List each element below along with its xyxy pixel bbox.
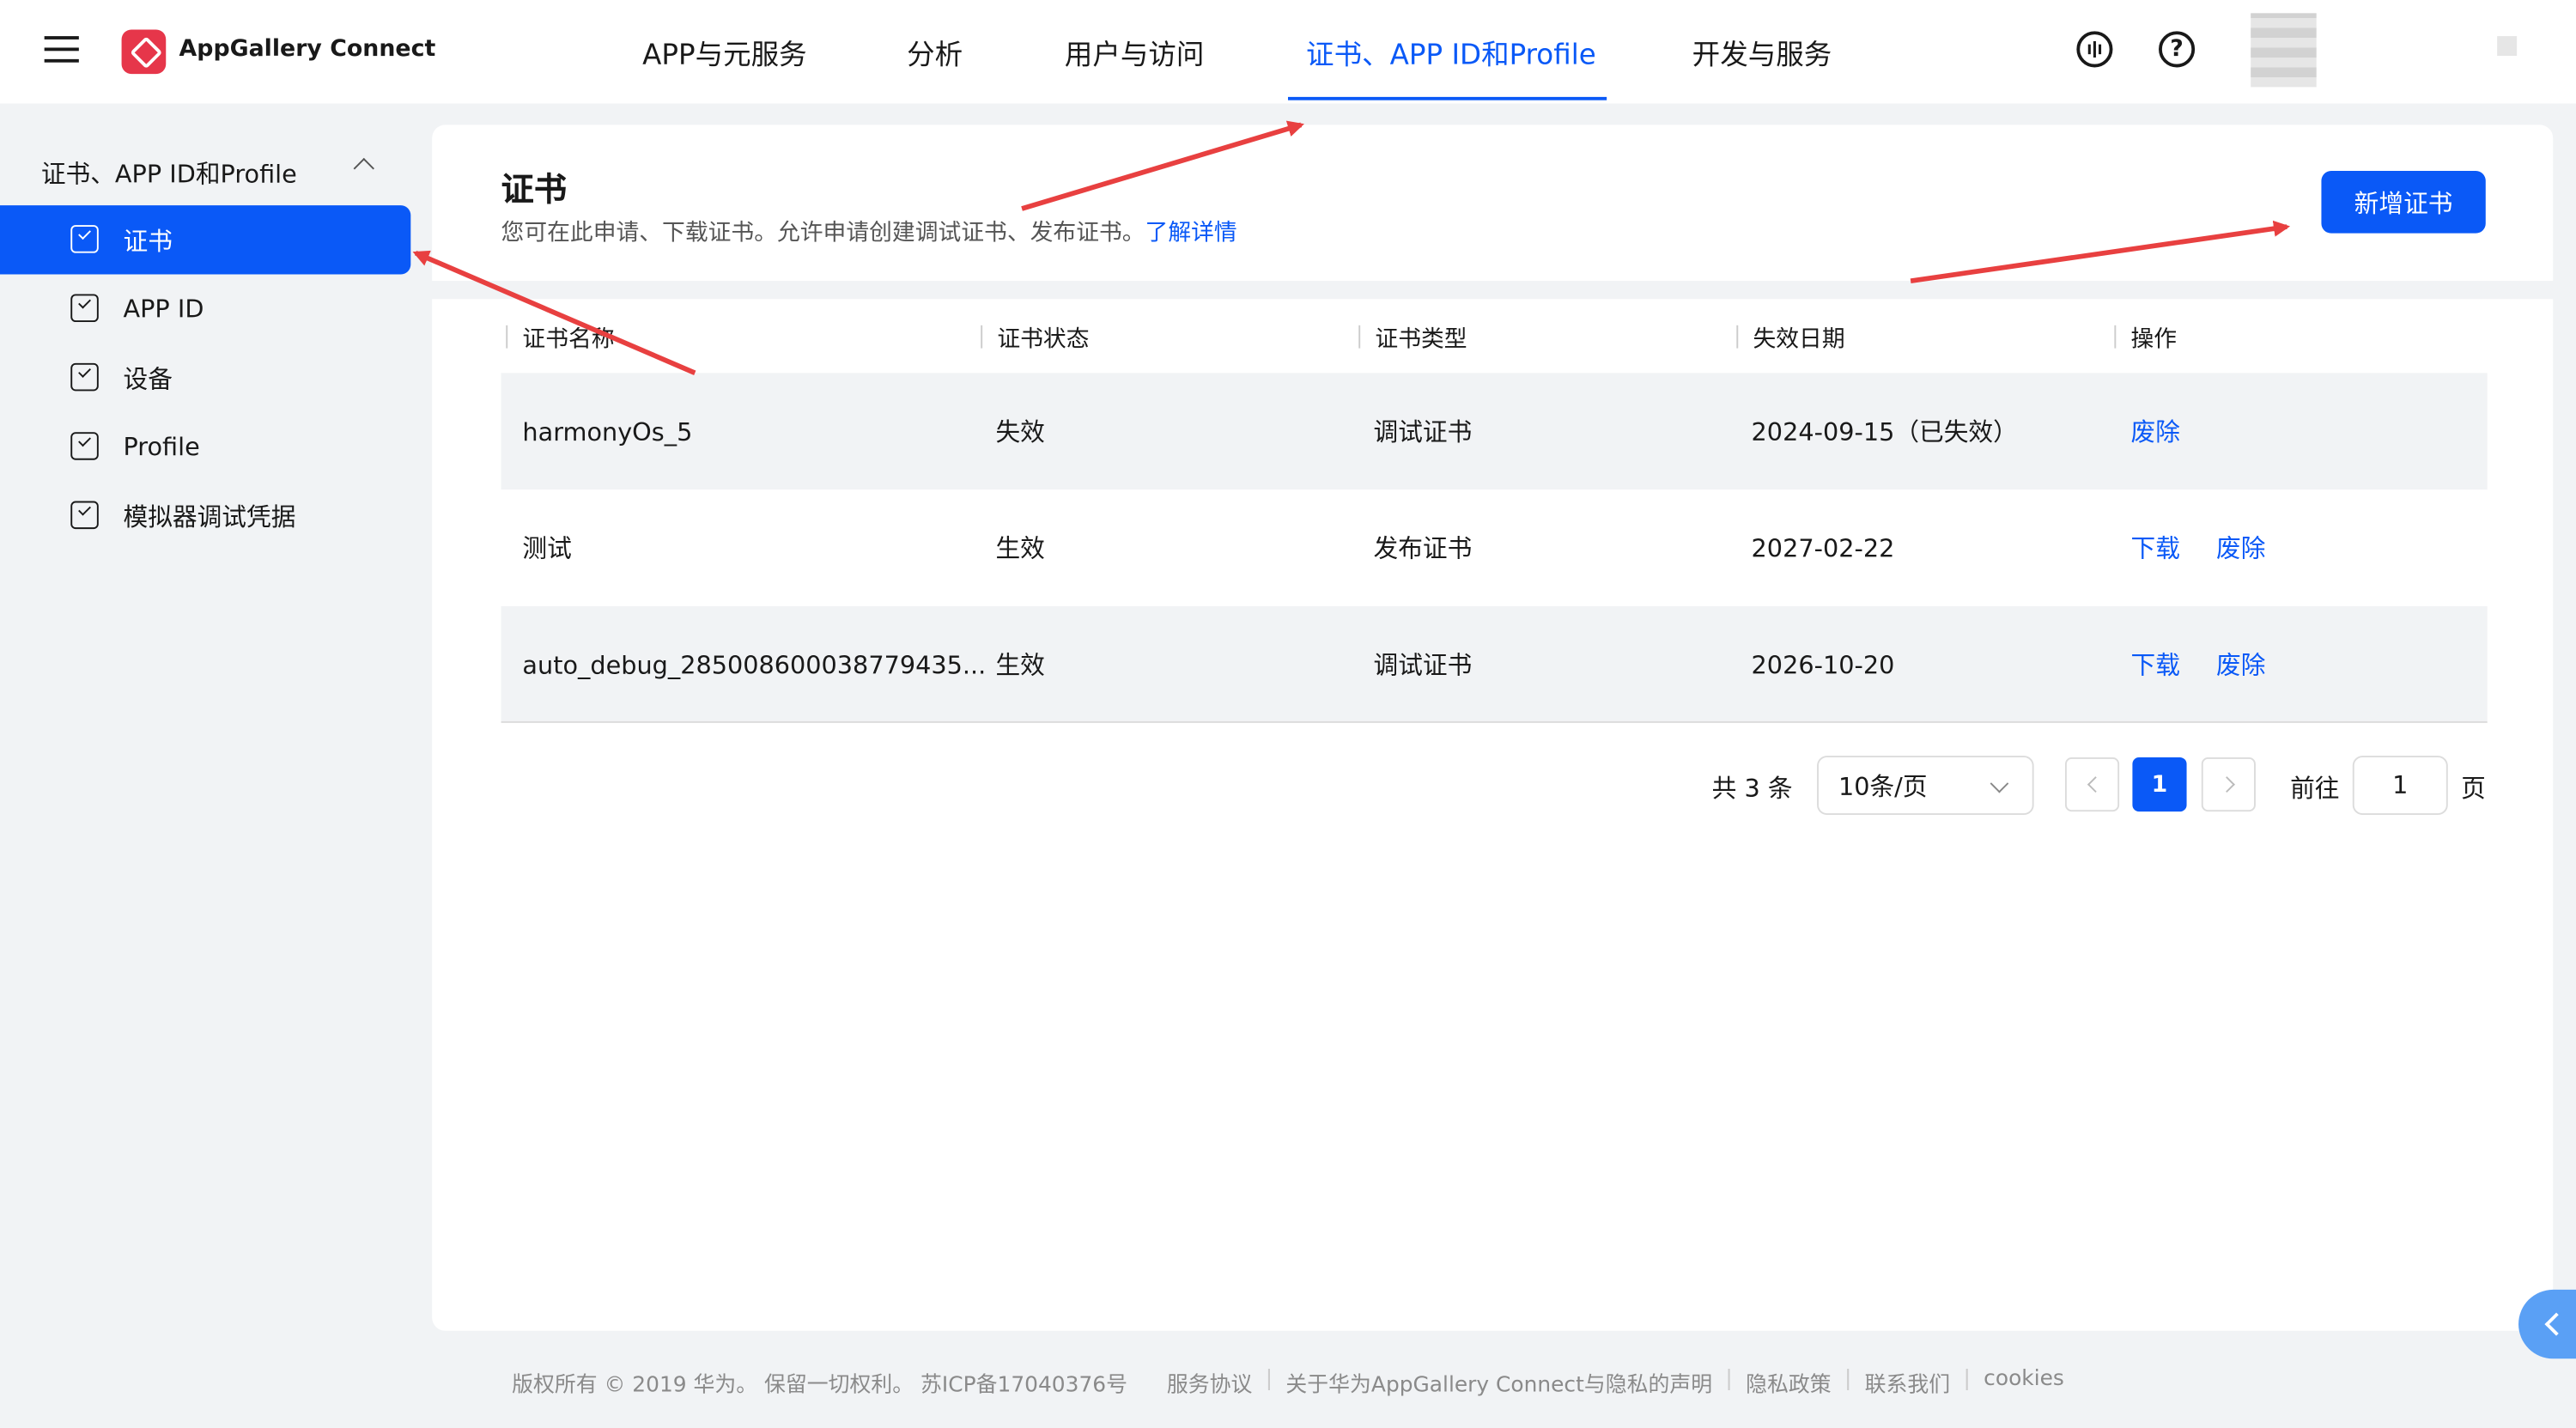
table-row: 测试 生效 发布证书 2027-02-22 下载 废除 [501, 489, 2488, 606]
table-row: harmonyOs_5 失效 调试证书 2024-09-15（已失效） 废除 [501, 373, 2488, 490]
message-icon[interactable] [2076, 31, 2113, 68]
chevron-right-icon [2218, 776, 2234, 793]
footer: 版权所有 © 2019 华为。 保留一切权利。 苏ICP备17040376号 服… [0, 1367, 2576, 1398]
help-icon[interactable]: ? [2159, 31, 2196, 68]
copyright-text: 版权所有 © 2019 华为。 保留一切权利。 苏ICP备17040376号 [512, 1373, 1127, 1399]
download-link[interactable]: 下载 [2131, 606, 2180, 723]
avatar[interactable] [2251, 13, 2317, 88]
cert-name: auto_debug_285008600038779435... [522, 649, 987, 680]
cert-name: 测试 [522, 533, 572, 564]
cert-expiry: 2027-02-22 [1751, 532, 1895, 563]
chevron-down-icon [1990, 774, 2009, 793]
certificate-icon [70, 225, 99, 253]
cert-type: 发布证书 [1373, 533, 1473, 564]
nav-dev-services[interactable]: 开发与服务 [1692, 0, 1832, 104]
sidebar-item-label: APP ID [123, 294, 204, 324]
goto-label: 前往 [2290, 774, 2340, 804]
cert-status: 生效 [995, 650, 1045, 681]
chevron-left-icon [2086, 776, 2103, 793]
revoke-link[interactable]: 废除 [2216, 606, 2265, 723]
prev-page-button[interactable] [2064, 757, 2120, 812]
revoke-link[interactable]: 废除 [2216, 489, 2265, 606]
learn-more-link[interactable]: 了解详情 [1145, 220, 1237, 246]
top-navigation-bar: AppGallery Connect APP与元服务 分析 用户与访问 证书、A… [0, 0, 2576, 104]
user-menu-icon[interactable] [2497, 36, 2518, 57]
column-header-type: 证书类型 [1358, 322, 1467, 355]
next-page-button[interactable] [2201, 757, 2256, 812]
cert-status: 生效 [995, 533, 1045, 564]
cert-type: 调试证书 [1373, 650, 1473, 681]
page-size-select[interactable]: 10条/页 [1817, 756, 2034, 815]
table-divider [501, 720, 2488, 723]
sidebar-group-label[interactable]: 证书、APP ID和Profile [41, 156, 297, 191]
table-row: auto_debug_285008600038779435... 生效 调试证书… [501, 605, 2488, 723]
page-header-card [432, 125, 2554, 282]
nav-analytics[interactable]: 分析 [907, 0, 963, 104]
page-description: 您可在此申请、下载证书。允许申请创建调试证书、发布证书。了解详情 [501, 216, 1237, 248]
sidebar-item-devices[interactable]: 设备 [0, 343, 410, 412]
sidebar-item-app-id[interactable]: APP ID [0, 275, 410, 343]
cert-status: 失效 [995, 416, 1045, 447]
footer-link-privacy-policy[interactable]: 隐私政策 [1733, 1367, 1844, 1398]
sidebar-item-label: 证书 [123, 226, 173, 256]
nav-certificates[interactable]: 证书、APP ID和Profile [1306, 0, 1596, 104]
sidebar-item-label: 模拟器调试凭据 [123, 501, 296, 532]
sidebar-item-label: 设备 [123, 363, 173, 394]
description-text: 您可在此申请、下载证书。允许申请创建调试证书、发布证书。 [501, 220, 1145, 246]
sidebar-item-label: Profile [123, 432, 200, 462]
column-header-actions: 操作 [2114, 322, 2177, 355]
column-header-name: 证书名称 [506, 322, 615, 355]
profile-icon [70, 432, 99, 460]
collapse-panel-button[interactable] [2518, 1289, 2576, 1359]
cert-expiry: 2026-10-20 [1751, 649, 1895, 680]
cert-type: 调试证书 [1373, 416, 1473, 447]
add-certificate-button[interactable]: 新增证书 [2321, 170, 2486, 234]
nav-users-access[interactable]: 用户与访问 [1065, 0, 1205, 104]
footer-link-privacy-statement[interactable]: 关于华为AppGallery Connect与隐私的声明 [1273, 1367, 1725, 1398]
page-number-button[interactable]: 1 [2132, 757, 2187, 812]
hamburger-menu-icon[interactable] [44, 36, 79, 64]
sidebar-item-certificates[interactable]: 证书 [0, 205, 411, 275]
page-title: 证书 [501, 169, 568, 209]
device-icon [70, 362, 99, 392]
goto-page-input[interactable]: 1 [2352, 756, 2448, 815]
cert-name: harmonyOs_5 [522, 416, 693, 447]
column-header-expiry: 失效日期 [1736, 322, 1845, 355]
sidebar-item-emulator-credentials[interactable]: 模拟器调试凭据 [0, 482, 410, 550]
emulator-icon [70, 501, 99, 530]
appgallery-logo-icon [121, 29, 167, 75]
revoke-link[interactable]: 废除 [2131, 373, 2180, 489]
download-link[interactable]: 下载 [2131, 489, 2180, 606]
footer-link-cookies[interactable]: cookies [1971, 1367, 2077, 1398]
total-count: 共 3 条 [1711, 774, 1793, 804]
sidebar-item-profile[interactable]: Profile [0, 412, 410, 481]
column-header-status: 证书状态 [981, 322, 1089, 355]
page-suffix: 页 [2461, 774, 2486, 804]
nav-app-services[interactable]: APP与元服务 [642, 0, 807, 104]
footer-link-terms[interactable]: 服务协议 [1154, 1367, 1266, 1398]
app-name[interactable]: AppGallery Connect [179, 36, 436, 63]
footer-link-contact[interactable]: 联系我们 [1851, 1367, 1963, 1398]
active-nav-underline [1288, 96, 1607, 100]
page-size-value: 10条/页 [1838, 771, 1928, 801]
app-id-icon [70, 294, 99, 323]
cert-expiry: 2024-09-15（已失效） [1751, 416, 2018, 447]
